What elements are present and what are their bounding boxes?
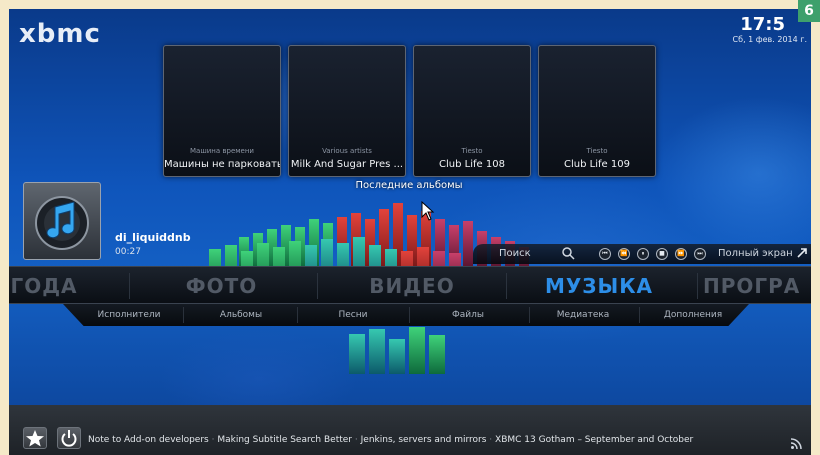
recent-albums-caption: Последние альбомы [355, 180, 463, 191]
album-title: Машины не парковать [164, 159, 280, 170]
submenu-item-addons[interactable]: Дополнения [643, 304, 743, 326]
album-title: Club Life 109 [564, 159, 630, 170]
menu-item-pictures[interactable]: ФОТО [139, 267, 304, 305]
news-ticker[interactable]: Note to Add-on developers · Making Subti… [88, 435, 693, 445]
main-menu: ГОДА ФОТО ВИДЕО МУЗЫКА ПРОГРА [9, 266, 811, 304]
pause-icon[interactable]: ⏸ [637, 248, 649, 260]
news-item[interactable]: Jenkins, servers and mirrors [361, 435, 487, 445]
playback-control-bar: Поиск ⏮ ⏪ ⏸ ■ ⏩ ⏭ Полный экран [473, 244, 811, 264]
submenu-item-songs[interactable]: Песни [303, 304, 403, 326]
menu-item-programs[interactable]: ПРОГРА [703, 267, 811, 305]
search-icon[interactable] [561, 246, 575, 260]
news-item[interactable]: Note to Add-on developers [88, 435, 209, 445]
now-playing-time: 00:27 [115, 247, 141, 257]
menu-item-weather[interactable]: ГОДА [9, 267, 99, 305]
news-separator: · [489, 435, 493, 445]
news-separator: · [211, 435, 215, 445]
prev-icon[interactable]: ⏮ [599, 248, 611, 260]
rewind-icon[interactable]: ⏪ [618, 248, 630, 260]
music-submenu: Исполнители Альбомы Песни Файлы Медиатек… [63, 304, 749, 326]
footer-bar: Note to Add-on developers · Making Subti… [9, 405, 811, 455]
xbmc-screen: xbmc 17:5 Сб, 1 фев. 2014 г. Машина врем… [9, 9, 811, 455]
next-icon[interactable]: ⏭ [694, 248, 706, 260]
album-artist: Машина времени [190, 147, 254, 155]
album-artist: Tiesto [586, 147, 608, 155]
album-artist: Tiesto [461, 147, 483, 155]
xbmc-logo: xbmc [19, 19, 101, 49]
rss-icon [790, 438, 802, 450]
album-tile[interactable]: Tiesto Club Life 109 [538, 45, 656, 177]
album-title: Milk And Sugar Pres ... [290, 159, 404, 170]
power-button[interactable] [57, 427, 81, 449]
expand-icon[interactable] [796, 247, 808, 259]
submenu-item-artists[interactable]: Исполнители [83, 304, 175, 326]
music-note-icon [35, 196, 89, 250]
viz-bar [349, 334, 365, 374]
viz-bar [369, 329, 385, 374]
album-tile[interactable]: Tiesto Club Life 108 [413, 45, 531, 177]
star-icon [26, 430, 44, 447]
submenu-item-library[interactable]: Медиатека [533, 304, 633, 326]
clock: 17:5 Сб, 1 фев. 2014 г. [733, 15, 807, 45]
power-icon [61, 430, 77, 447]
news-item[interactable]: XBMC 13 Gotham – September and October [495, 435, 693, 445]
news-separator: · [354, 435, 358, 445]
fullscreen-label[interactable]: Полный экран [718, 248, 793, 259]
album-artist: Various artists [322, 147, 372, 155]
clock-date: Сб, 1 фев. 2014 г. [732, 35, 807, 44]
now-playing-title: di_liquiddnb [115, 231, 191, 244]
submenu-item-files[interactable]: Файлы [413, 304, 523, 326]
viz-bar [463, 221, 473, 267]
favourites-button[interactable] [23, 427, 47, 449]
menu-item-videos[interactable]: ВИДЕО [327, 267, 497, 305]
page-badge: 6 [798, 0, 820, 22]
now-playing-art[interactable] [23, 182, 101, 260]
album-tile[interactable]: Машина времени Машины не парковать [163, 45, 281, 177]
viz-bar [429, 335, 445, 374]
stop-icon[interactable]: ■ [656, 248, 668, 260]
album-title: Club Life 108 [439, 159, 505, 170]
viz-bar [409, 327, 425, 374]
clock-time: 17:5 [740, 14, 785, 35]
news-item[interactable]: Making Subtitle Search Better [217, 435, 352, 445]
fast-forward-icon[interactable]: ⏩ [675, 248, 687, 260]
mouse-cursor-icon [421, 201, 435, 221]
viz-bar [389, 339, 405, 374]
search-label[interactable]: Поиск [499, 248, 531, 259]
menu-item-music[interactable]: МУЗЫКА [514, 267, 684, 305]
album-tile[interactable]: Various artists Milk And Sugar Pres ... [288, 45, 406, 177]
submenu-item-albums[interactable]: Альбомы [191, 304, 291, 326]
